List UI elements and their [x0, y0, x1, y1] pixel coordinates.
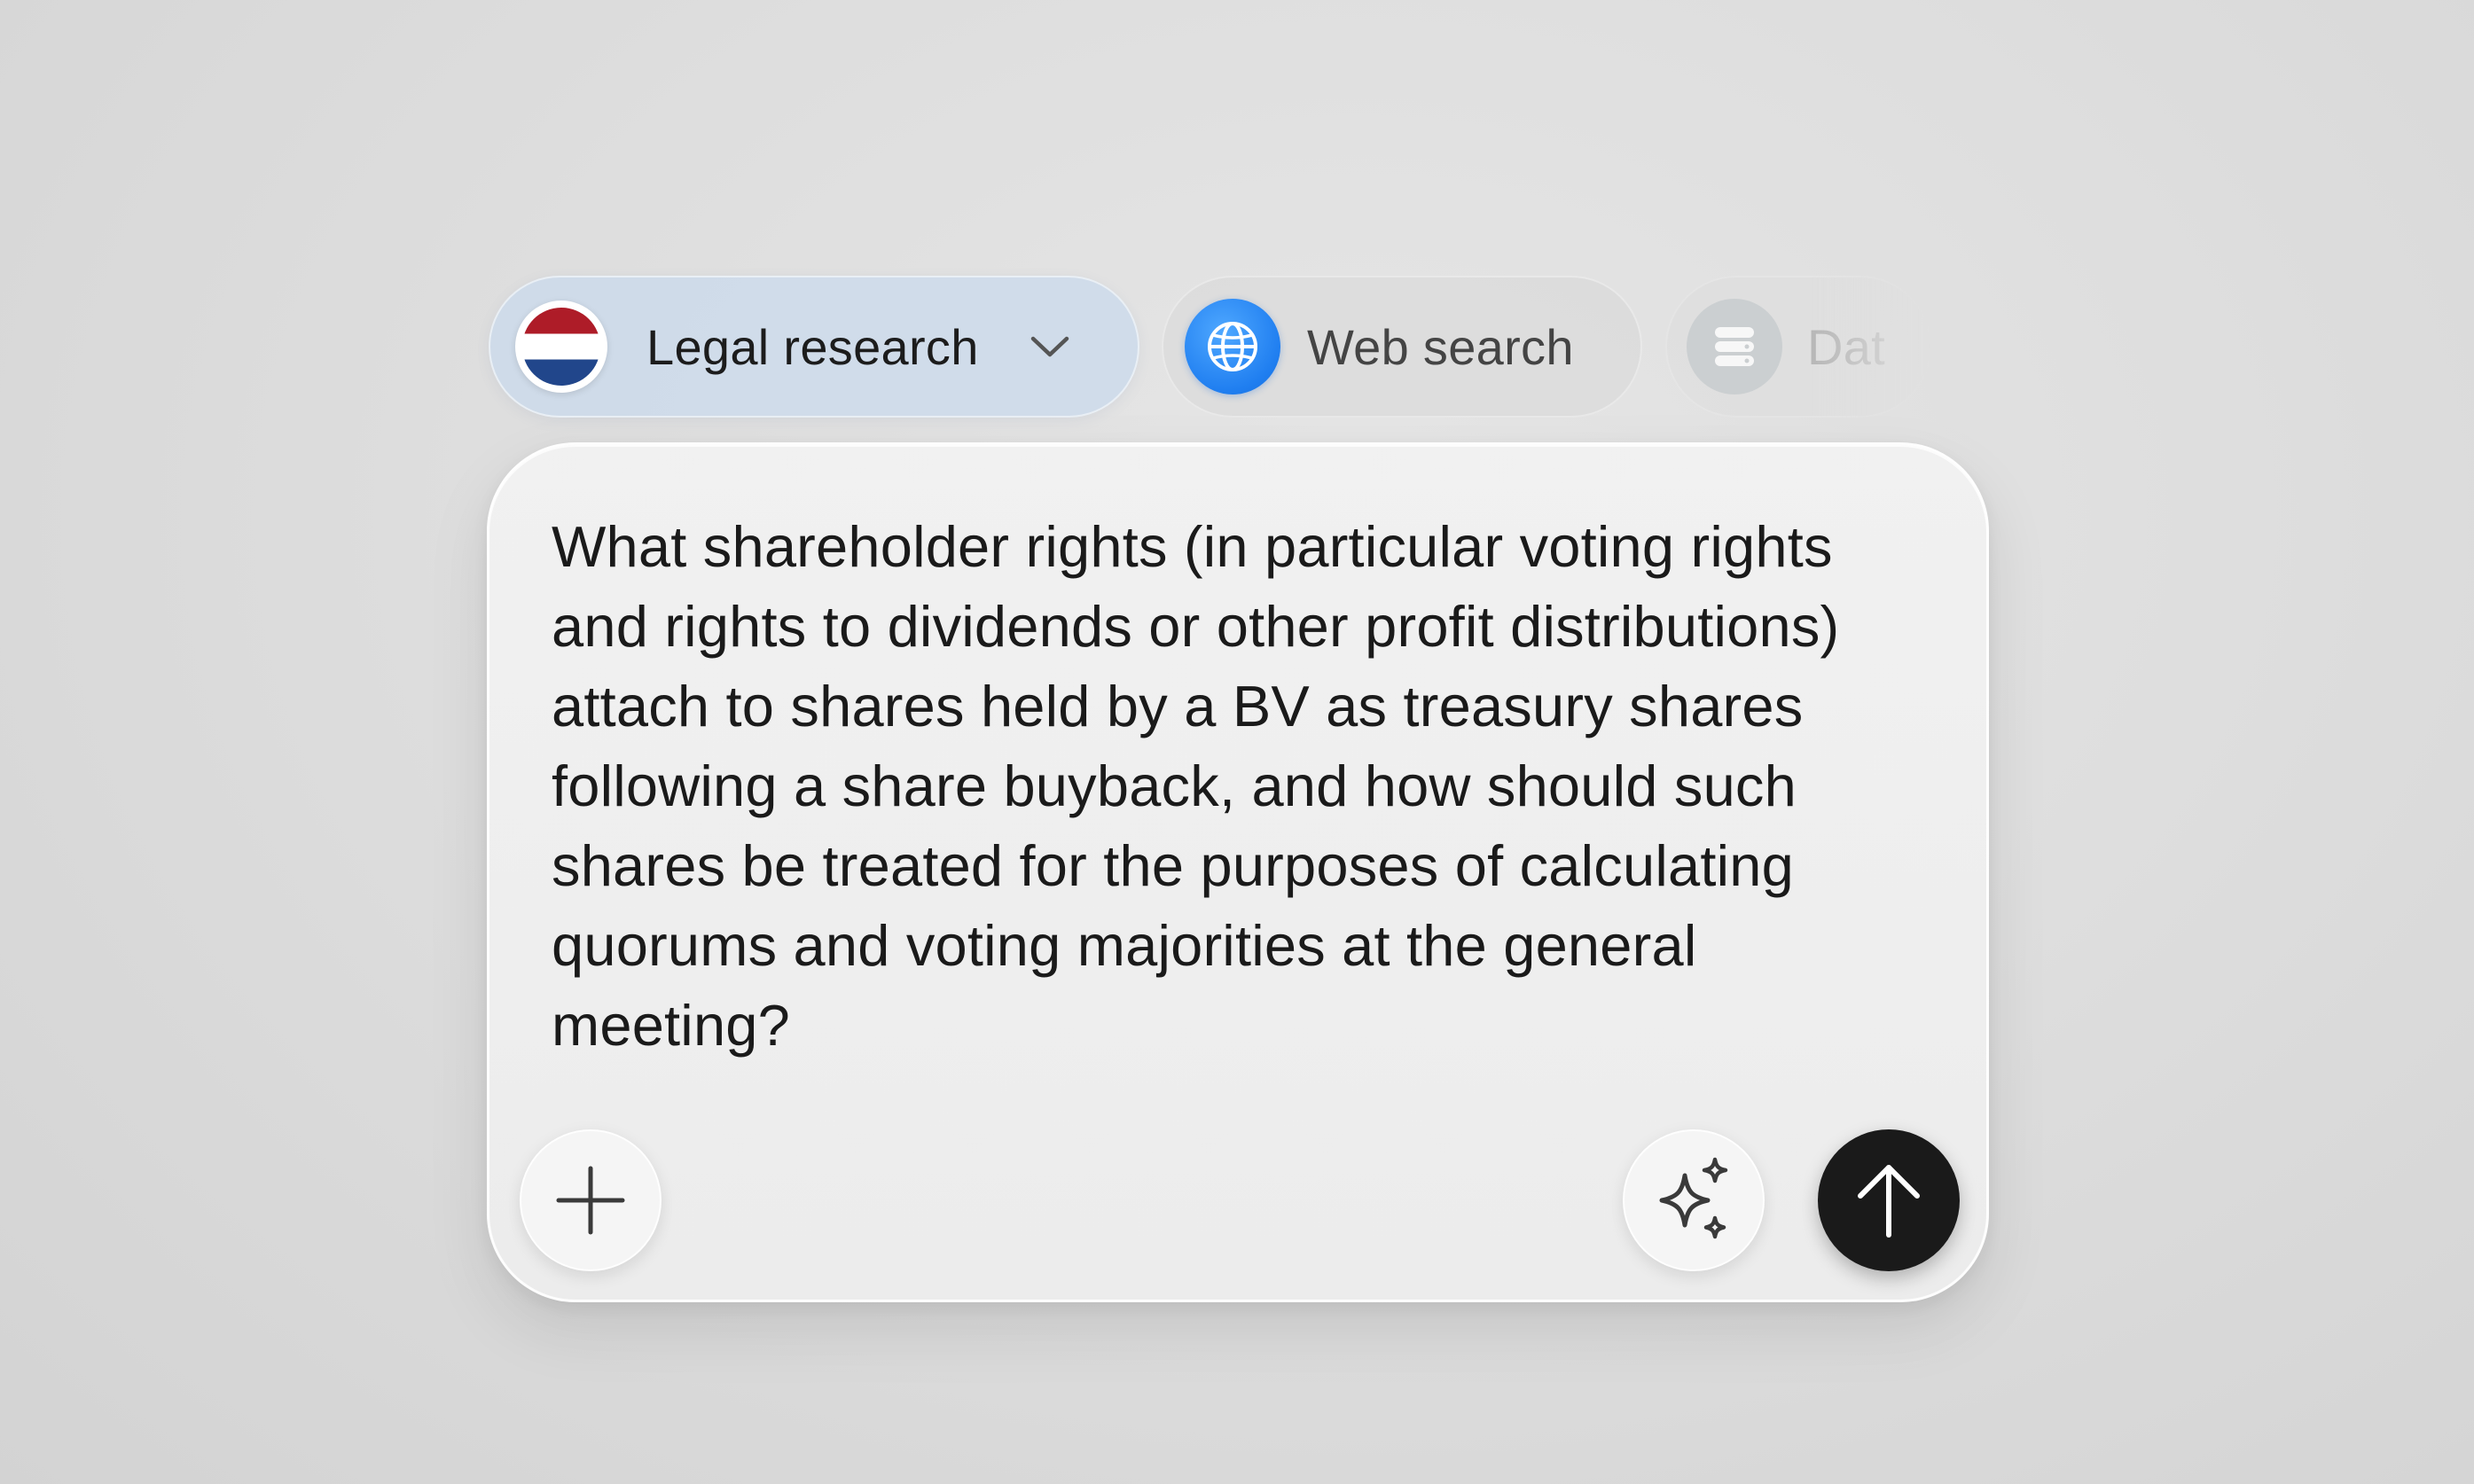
arrow-up-icon — [1858, 1165, 1920, 1238]
database-label: Dat — [1807, 318, 1886, 375]
add-attachment-button[interactable] — [520, 1129, 662, 1271]
prompt-input[interactable]: What shareholder rights (in particular v… — [552, 507, 1935, 1066]
prompt-composer[interactable]: What shareholder rights (in particular v… — [487, 442, 1989, 1302]
send-button[interactable] — [1818, 1129, 1960, 1271]
web-search-chip[interactable]: Web search — [1162, 276, 1642, 418]
web-search-label: Web search — [1307, 318, 1574, 375]
chevron-down-icon[interactable] — [1029, 325, 1071, 368]
database-icon — [1687, 299, 1782, 394]
database-chip[interactable]: Dat — [1665, 276, 1931, 418]
plus-icon — [556, 1166, 625, 1235]
legal-research-chip[interactable]: Legal research — [489, 276, 1139, 418]
netherlands-flag-icon — [515, 301, 607, 393]
legal-research-label: Legal research — [646, 318, 979, 375]
enhance-prompt-button[interactable] — [1623, 1129, 1765, 1271]
sparkles-icon — [1659, 1157, 1728, 1239]
globe-icon — [1185, 299, 1280, 394]
